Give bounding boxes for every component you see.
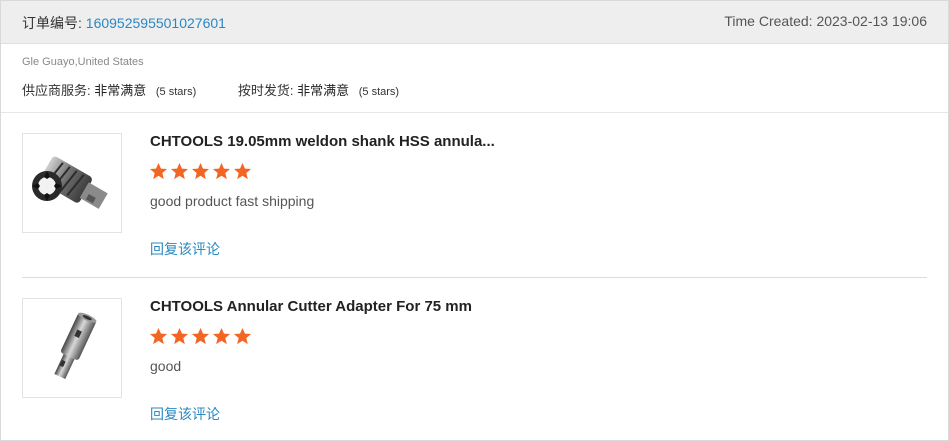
review-item: CHTOOLS Annular Cutter Adapter For 75 mm…	[22, 298, 927, 422]
review-item: CHTOOLS 19.05mm weldon shank HSS annula.…	[22, 133, 927, 278]
product-thumbnail[interactable]	[22, 298, 122, 398]
rating-on-time-shipping: 按时发货: 非常满意 (5 stars)	[237, 83, 400, 98]
star-icon	[212, 327, 231, 345]
product-thumbnail[interactable]	[22, 133, 122, 233]
product-name-link[interactable]: CHTOOLS Annular Cutter Adapter For 75 mm	[150, 298, 472, 315]
star-icon	[170, 162, 189, 180]
star-icon	[170, 327, 189, 345]
star-icon	[233, 162, 252, 180]
time-created-label: Time Created:	[724, 13, 813, 29]
order-number-label: 订单编号:	[22, 15, 82, 31]
star-icon	[149, 327, 168, 345]
buyer-location: Gle Guayo,United States	[22, 56, 144, 68]
cutter-adapter-icon	[54, 312, 97, 380]
star-icon	[212, 162, 231, 180]
reply-review-link[interactable]: 回复该评论	[150, 404, 220, 424]
order-number-row: 订单编号: 160952595501027601	[22, 13, 226, 33]
star-icon	[191, 162, 210, 180]
star-icon	[149, 162, 168, 180]
review-comment: good product fast shipping	[150, 193, 315, 209]
product-name-link[interactable]: CHTOOLS 19.05mm weldon shank HSS annula.…	[150, 133, 495, 150]
rating-supplier-service: 供应商服务: 非常满意 (5 stars)	[22, 83, 197, 98]
star-icon	[191, 327, 210, 345]
annular-cutter-icon	[32, 156, 108, 209]
rating-stars	[149, 327, 254, 346]
review-comment: good	[150, 358, 182, 374]
star-icon	[233, 327, 252, 345]
reply-review-link[interactable]: 回复该评论	[150, 239, 220, 259]
review-panel: 订单编号: 160952595501027601 Time Created: 2…	[0, 0, 949, 441]
seller-ratings: 供应商服务: 非常满意 (5 stars) 按时发货: 非常满意 (5 star…	[22, 80, 437, 99]
order-number-link[interactable]: 160952595501027601	[86, 15, 226, 31]
order-meta: Gle Guayo,United States 供应商服务: 非常满意 (5 s…	[1, 44, 948, 113]
time-created: Time Created: 2023-02-13 19:06	[724, 13, 927, 29]
order-header: 订单编号: 160952595501027601 Time Created: 2…	[1, 1, 948, 44]
rating-stars	[149, 162, 254, 181]
time-created-value: 2023-02-13 19:06	[816, 13, 927, 29]
